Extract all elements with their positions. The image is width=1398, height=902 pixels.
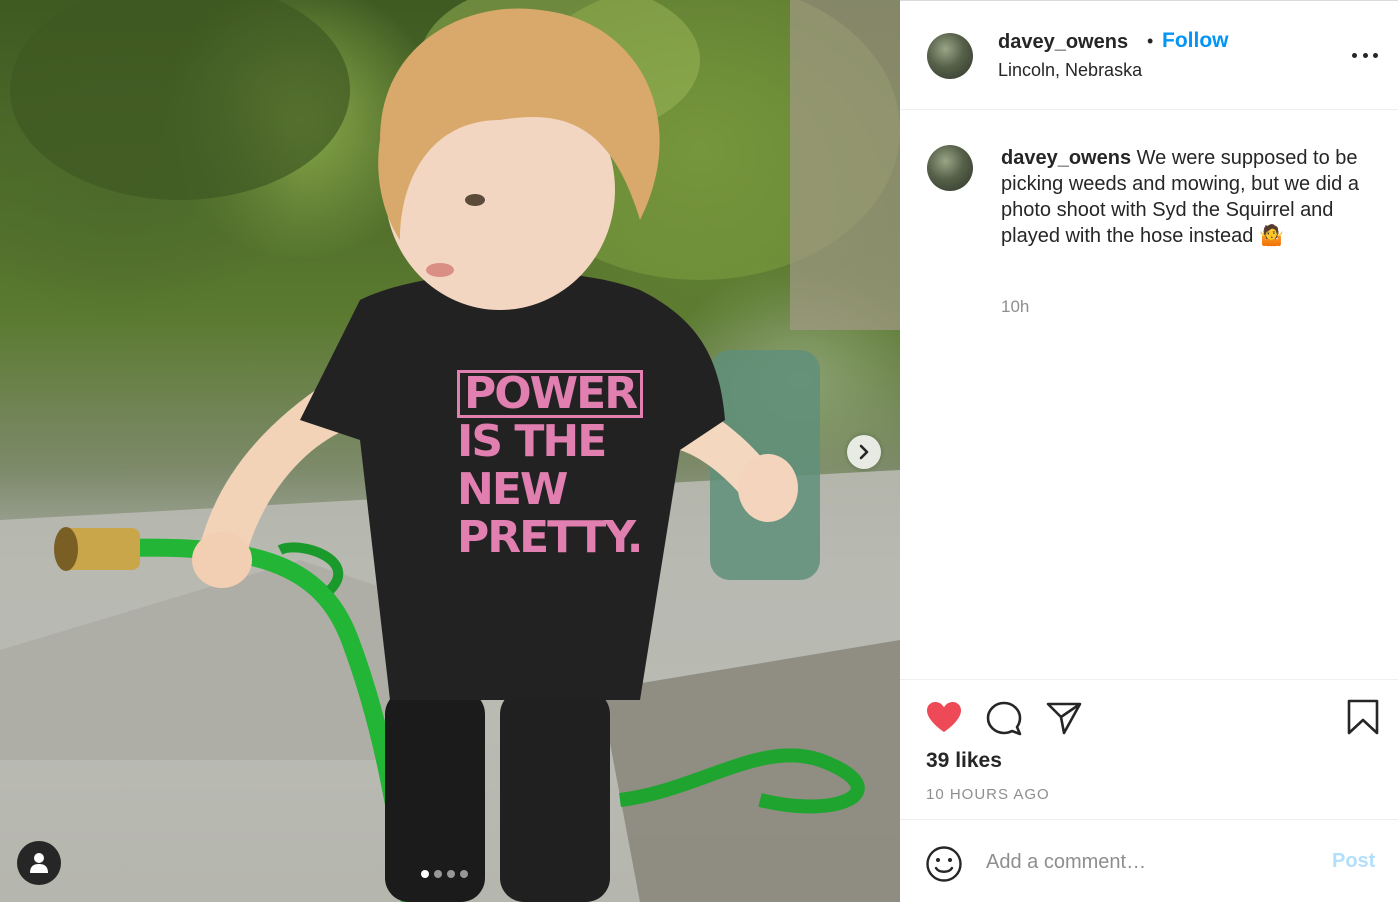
shirt-line-2: IS THE: [457, 416, 607, 467]
carousel-dot: [434, 870, 442, 878]
location-link[interactable]: Lincoln, Nebraska: [998, 60, 1142, 81]
caption-username-link[interactable]: davey_owens: [1001, 147, 1131, 169]
carousel-indicator: [421, 870, 468, 878]
more-options-button[interactable]: [1352, 45, 1378, 65]
comment-form: Post: [900, 819, 1398, 902]
carousel-dot: [421, 870, 429, 878]
comment-icon: [986, 701, 1022, 736]
smiley-icon: [926, 846, 962, 882]
next-photo-button[interactable]: [847, 435, 881, 469]
likes-count[interactable]: 39 likes: [926, 749, 1002, 773]
username-link[interactable]: davey_owens: [998, 31, 1128, 54]
post-timestamp[interactable]: 10 HOURS AGO: [926, 786, 1050, 803]
shirt-print: POWER IS THE NEW PRETTY.: [457, 370, 647, 562]
carousel-dot: [447, 870, 455, 878]
post-actions: 39 likes 10 HOURS AGO: [900, 679, 1398, 819]
shirt-line-4: PRETTY.: [457, 512, 644, 563]
chevron-right-icon: [859, 444, 869, 460]
caption: davey_owens We were supposed to be picki…: [1001, 145, 1391, 249]
post-photo[interactable]: POWER IS THE NEW PRETTY.: [0, 0, 900, 902]
comment-input[interactable]: [986, 848, 1306, 876]
follow-button[interactable]: Follow: [1162, 29, 1229, 53]
tagged-users-button[interactable]: [17, 841, 61, 885]
save-button[interactable]: [1346, 698, 1380, 741]
carousel-dot: [460, 870, 468, 878]
emoji-button[interactable]: [925, 845, 963, 888]
shirt-line-1: POWER: [457, 370, 644, 418]
caption-avatar[interactable]: [927, 145, 973, 191]
bookmark-icon: [1347, 699, 1379, 735]
more-options-icon: [1352, 52, 1357, 58]
share-button[interactable]: [1045, 700, 1083, 741]
shirt-line-3: NEW: [457, 464, 568, 515]
photo-scene: [0, 0, 900, 902]
like-button[interactable]: [925, 700, 963, 739]
post-header: davey_owens • Follow Lincoln, Nebraska: [900, 1, 1398, 110]
heart-icon: [927, 702, 961, 732]
user-tag-icon: [30, 853, 48, 873]
caption-timestamp[interactable]: 10h: [1001, 297, 1029, 317]
comment-button[interactable]: [985, 700, 1023, 741]
paper-plane-icon: [1046, 702, 1082, 735]
post-comment-button[interactable]: Post: [1332, 850, 1375, 873]
caption-section: davey_owens We were supposed to be picki…: [900, 111, 1398, 679]
separator-dot: •: [1147, 31, 1154, 51]
avatar[interactable]: [927, 33, 973, 79]
post-sidebar: davey_owens • Follow Lincoln, Nebraska d…: [900, 0, 1398, 902]
